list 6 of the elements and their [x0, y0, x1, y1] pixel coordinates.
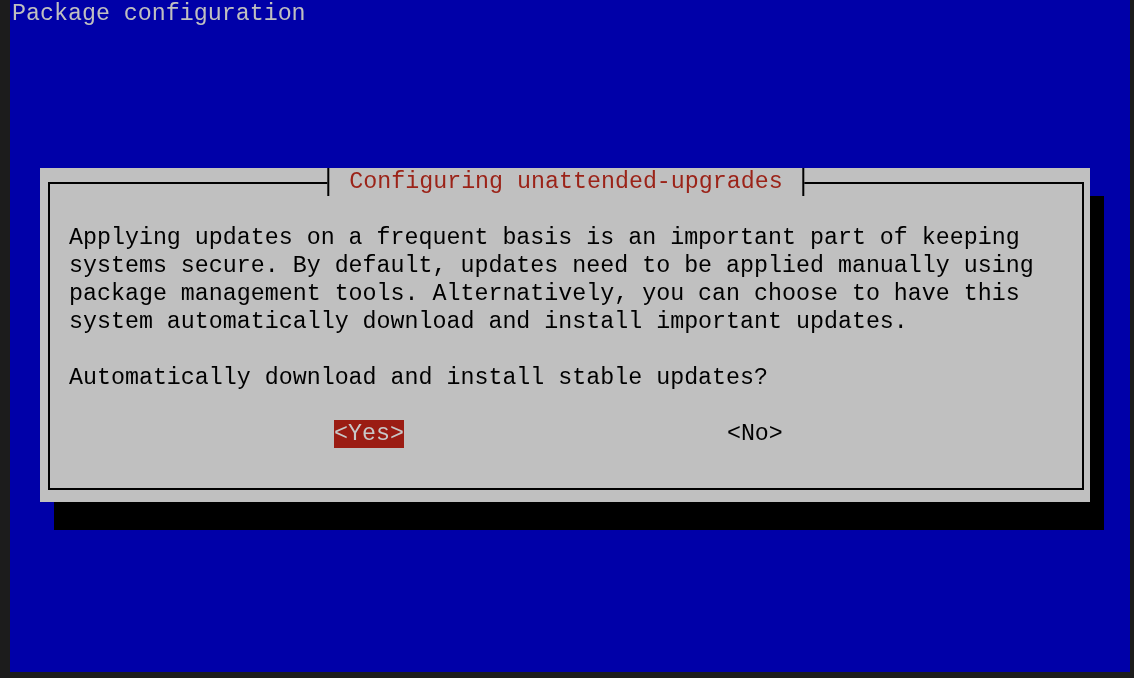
dialog-title: Configuring unattended-upgrades: [327, 168, 805, 196]
window-title: Package configuration: [11, 0, 307, 28]
dialog-button[interactable]: <Yes>: [334, 420, 404, 448]
question-text: Automatically download and install stable updates?: [69, 364, 770, 392]
message-text: Applying updates on a frequent basis is an important part of keeping systems secure. By default, updates need to be applied manually using package management tools. Alternatively, you can choose to have this system automatically download and install important updates.: [69, 224, 1034, 336]
dialog-button[interactable]: <No>: [726, 420, 783, 448]
